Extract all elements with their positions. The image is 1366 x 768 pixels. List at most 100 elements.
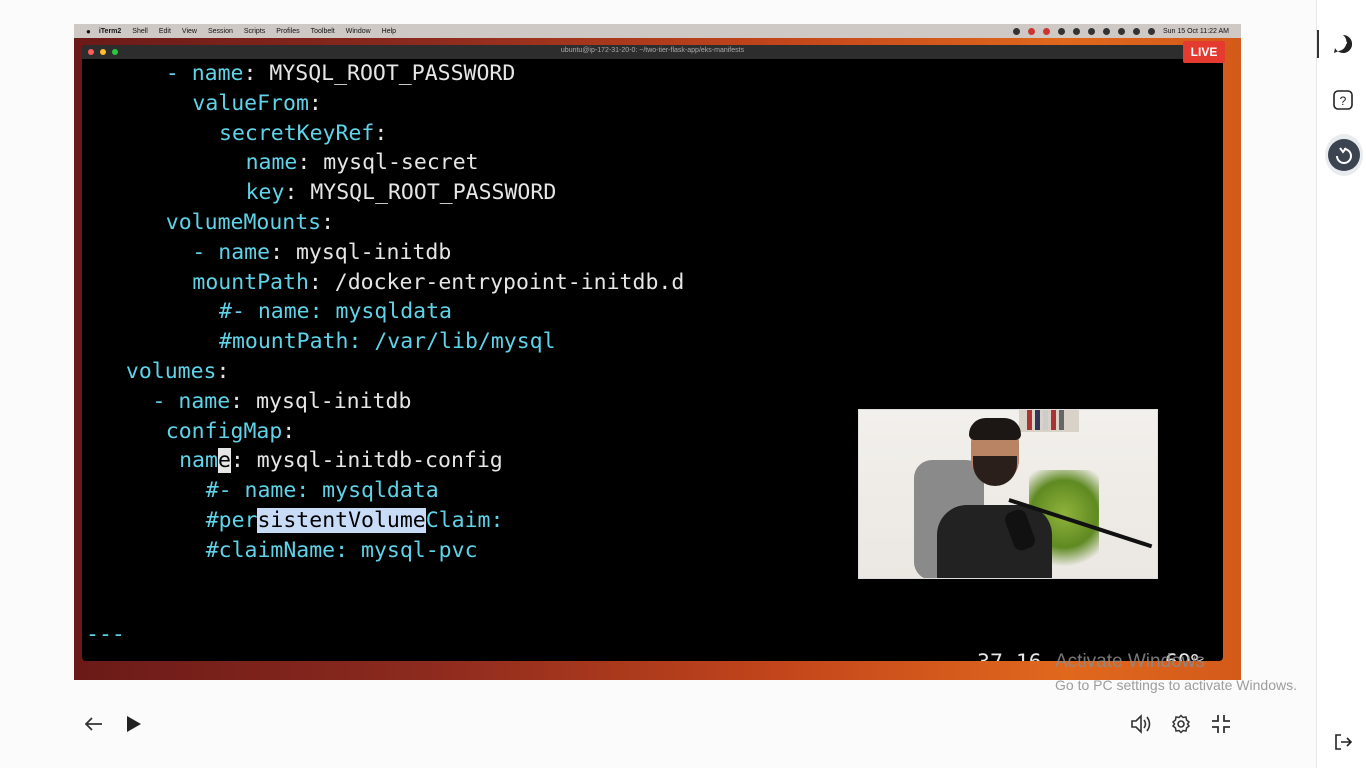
- menubar-item-view: View: [181, 27, 197, 35]
- editor-line: #- name: mysqldata: [206, 476, 439, 506]
- apple-icon: ●: [86, 26, 91, 36]
- gear-icon: [1171, 714, 1191, 734]
- active-indicator: [1317, 30, 1319, 58]
- volume-icon: [1131, 714, 1151, 734]
- watermark-title: Activate Windows: [1055, 651, 1205, 672]
- menubar-item-shell: Shell: [132, 27, 148, 35]
- code-separator: :: [308, 269, 335, 295]
- editor-line: name: mysql-secret: [246, 148, 479, 178]
- exit-button[interactable]: [1327, 726, 1359, 758]
- code-separator: :: [308, 90, 322, 116]
- code-key: name: [191, 61, 244, 86]
- book: [1043, 410, 1048, 430]
- code-key: valueFrom: [192, 90, 309, 116]
- status-icon: [1087, 27, 1095, 35]
- vim-cursor-position: 37,16: [977, 650, 1042, 661]
- live-badge: LIVE: [1183, 41, 1225, 63]
- menubar-item-window: Window: [345, 27, 371, 35]
- code-dash: -: [165, 61, 192, 86]
- arrow-left-icon: [85, 717, 102, 731]
- back-button[interactable]: [80, 710, 108, 738]
- menubar-item-help: Help: [381, 27, 397, 35]
- help-button[interactable]: ?: [1327, 84, 1359, 116]
- code-key: name: [178, 388, 231, 414]
- editor-line: - name: mysql-initdb: [192, 238, 451, 268]
- video-player[interactable]: ● iTerm2 Shell Edit View Session Scripts…: [74, 24, 1241, 680]
- editor-line: #claimName: mysql-pvc: [206, 536, 478, 566]
- editor-line: name: mysql-initdb-config: [179, 446, 503, 476]
- code-separator: :: [270, 239, 296, 265]
- menubar-item-toolbelt: Toolbelt: [310, 27, 335, 35]
- raise-hand-icon: [1328, 139, 1360, 171]
- chat-icon: [1334, 34, 1353, 53]
- code-key: mountPath: [192, 269, 309, 295]
- menubar-clock: Sun 15 Oct 11:22 AM: [1162, 27, 1229, 35]
- editor-line: valueFrom:: [192, 89, 321, 119]
- book: [1059, 410, 1064, 430]
- status-icon: [1027, 27, 1035, 35]
- code-key: volumes: [125, 359, 217, 384]
- vim-separator: ---: [86, 622, 125, 647]
- control-center-icon: [1147, 27, 1155, 35]
- code-dash: -: [152, 388, 179, 414]
- code-separator: :: [216, 359, 230, 384]
- bookshelf: [1019, 410, 1079, 432]
- menubar-status-area: Sun 15 Oct 11:22 AM: [1012, 24, 1229, 38]
- activate-windows-watermark: Activate Windows Go to PC settings to ac…: [1055, 651, 1297, 695]
- code-comment: Claim:: [425, 508, 504, 533]
- play-icon: [127, 716, 141, 732]
- editor-line: #- name: mysqldata: [219, 297, 452, 327]
- editor-line: mountPath: /docker-entrypoint-initdb.d: [192, 268, 684, 298]
- editor-line: - name: mysql-initdb: [153, 387, 412, 417]
- settings-button[interactable]: [1167, 710, 1195, 738]
- code-value: MYSQL_ROOT_PASSWORD: [269, 61, 516, 86]
- status-icon: [1042, 27, 1050, 35]
- iterm-title: ubuntu@ip-172-31-20-0: ~/two-tier-flask-…: [560, 47, 745, 54]
- code-key: volumeMounts: [165, 210, 322, 235]
- code-value: mysql-initdb: [295, 239, 452, 265]
- code-value: mysql-initdb: [256, 388, 412, 414]
- code-key: key: [245, 180, 285, 206]
- code-value: mysql-secret: [323, 150, 479, 176]
- code-comment: #- name: mysqldata: [205, 478, 439, 504]
- menubar-item-scripts: Scripts: [243, 27, 266, 35]
- presenter-hair: [969, 418, 1021, 440]
- exit-fullscreen-button[interactable]: [1207, 710, 1235, 738]
- iterm-titlebar: ubuntu@ip-172-31-20-0: ~/two-tier-flask-…: [82, 45, 1223, 59]
- menubar-app-name: iTerm2: [98, 27, 122, 35]
- code-comment: #mountPath: /var/lib/mysql: [219, 329, 556, 355]
- book: [1027, 410, 1032, 430]
- play-button[interactable]: [120, 710, 148, 738]
- code-comment: #claimName: mysql-pvc: [205, 537, 478, 563]
- text-selection: sistentVolume: [257, 508, 426, 533]
- volume-button[interactable]: [1127, 710, 1155, 738]
- book: [1035, 410, 1040, 430]
- webcam-overlay: [858, 409, 1158, 579]
- code-separator: :: [297, 150, 324, 176]
- chat-button[interactable]: [1327, 28, 1359, 60]
- code-separator: :: [374, 120, 388, 146]
- editor-cursor: e: [217, 448, 231, 474]
- code-value: mysql-initdb-config: [256, 448, 503, 474]
- watermark-subtitle: Go to PC settings to activate Windows.: [1055, 677, 1297, 693]
- code-key: secretKeyRef: [219, 120, 375, 146]
- code-separator: :: [282, 418, 296, 444]
- editor-line: key: MYSQL_ROOT_PASSWORD: [246, 178, 557, 208]
- menubar-item-session: Session: [207, 27, 233, 35]
- editor-line: - name: MYSQL_ROOT_PASSWORD: [166, 59, 516, 89]
- svg-text:?: ?: [1340, 94, 1347, 108]
- raise-hand-button[interactable]: [1325, 134, 1363, 176]
- code-key: name: [245, 150, 298, 176]
- status-icon: [1072, 27, 1080, 35]
- code-key: nam: [179, 448, 218, 474]
- code-key: name: [218, 239, 271, 265]
- question-icon: ?: [1333, 90, 1353, 110]
- editor-line: secretKeyRef:: [219, 119, 387, 149]
- code-separator: :: [243, 61, 270, 86]
- editor-line: #persistentVolumeClaim:: [206, 506, 504, 536]
- code-separator: :: [230, 388, 257, 414]
- exit-icon: [1335, 734, 1353, 750]
- menubar-item-profiles: Profiles: [276, 27, 300, 35]
- search-icon: [1132, 27, 1140, 35]
- editor-line: #mountPath: /var/lib/mysql: [219, 327, 556, 357]
